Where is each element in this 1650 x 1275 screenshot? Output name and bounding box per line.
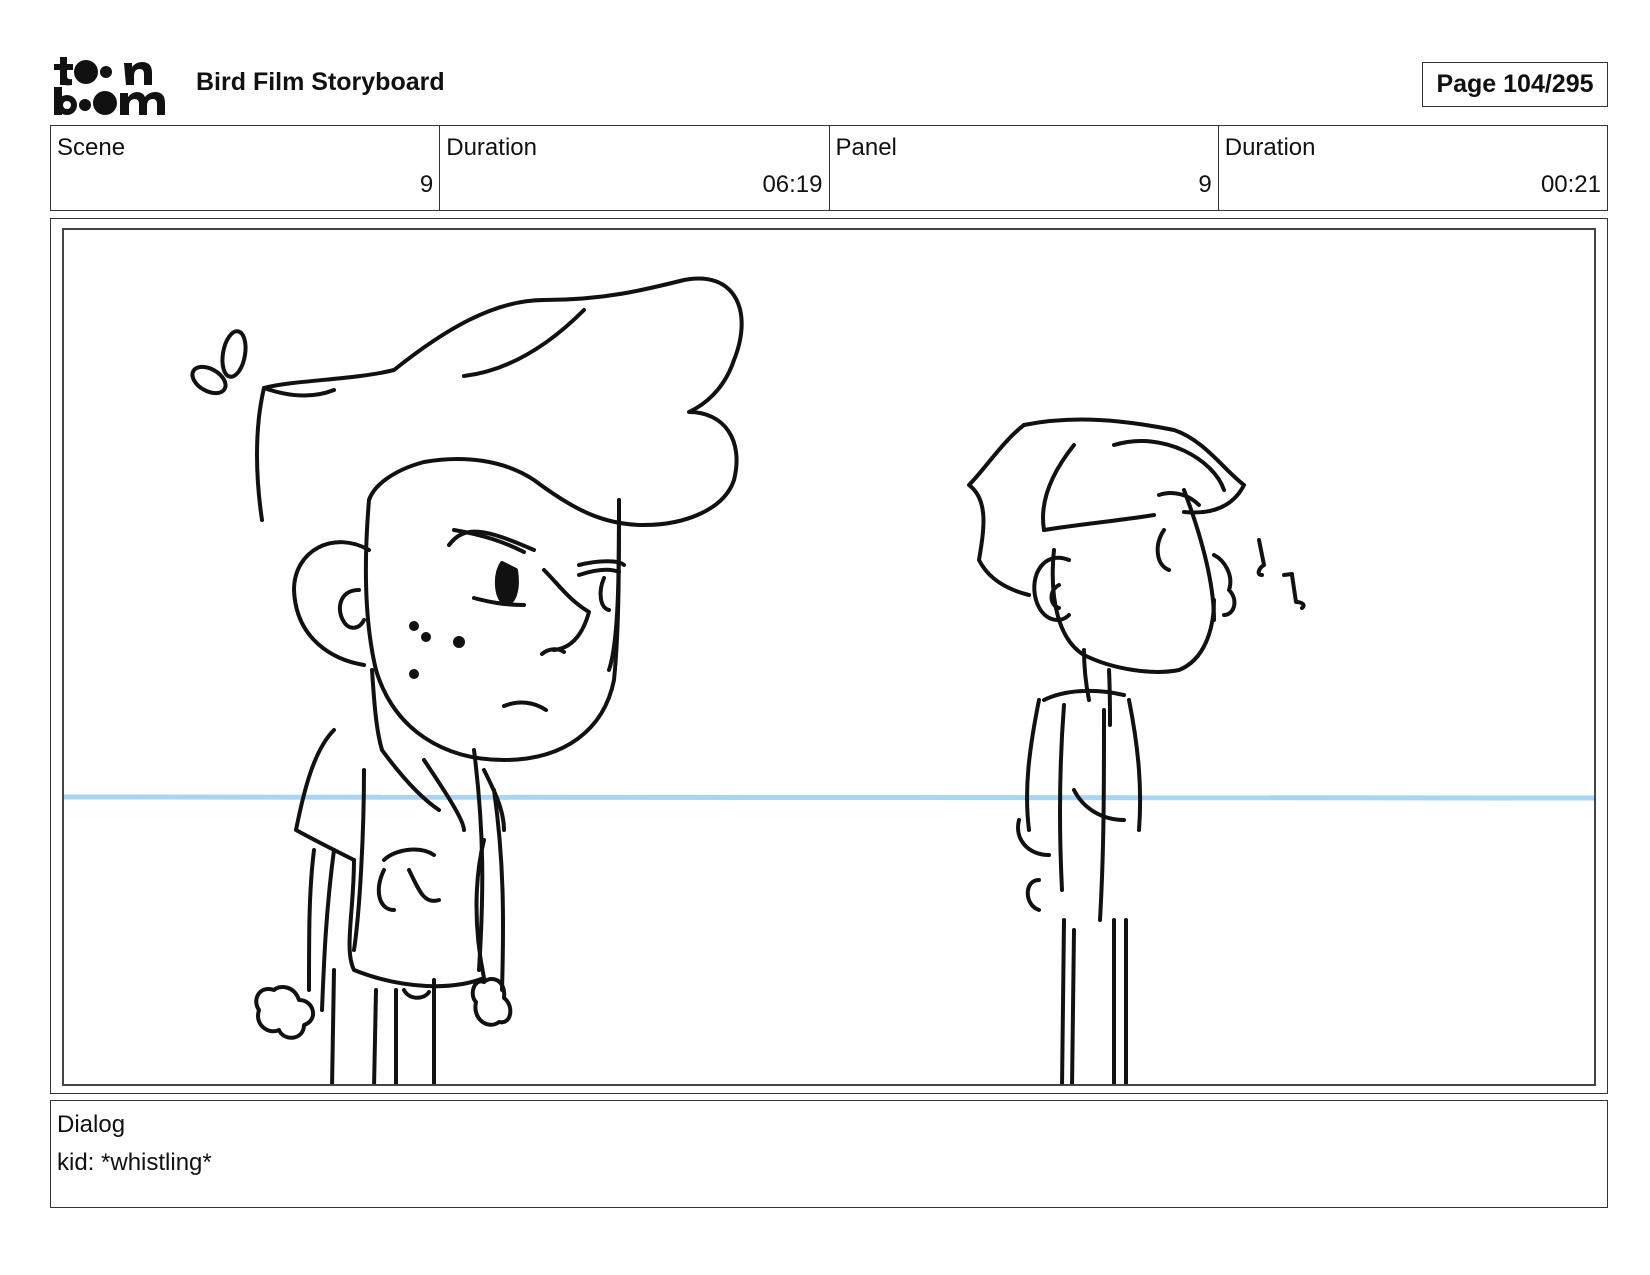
storyboard-panel-frame — [50, 218, 1608, 1094]
horizon-guide-line — [64, 794, 1594, 801]
dialog-text: kid: *whistling* — [57, 1149, 212, 1176]
metadata-table: Scene 9 Duration 06:19 Panel 9 Duration … — [50, 125, 1608, 211]
scene-duration-value: 06:19 — [762, 171, 823, 198]
panel-duration-cell: Duration 00:21 — [1219, 126, 1607, 210]
panel-value: 9 — [1198, 171, 1212, 198]
toon-boom-logo — [54, 55, 172, 117]
dialog-label: Dialog — [57, 1111, 126, 1138]
dialog-box: Dialog kid: *whistling* — [50, 1100, 1608, 1208]
scene-duration-label: Duration — [446, 134, 537, 161]
panel-duration-value: 00:21 — [1540, 171, 1601, 198]
storyboard-panel-image — [62, 228, 1596, 1086]
scene-duration-cell: Duration 06:19 — [440, 126, 830, 210]
panel-cell: Panel 9 — [830, 126, 1219, 210]
page-number: Page 104/295 — [1422, 62, 1608, 107]
grumpy-boy-sketch — [190, 276, 744, 1084]
scene-cell: Scene 9 — [51, 126, 441, 210]
whistling-kid-sketch — [967, 417, 1306, 1084]
scene-value: 9 — [419, 171, 434, 198]
panel-duration-label: Duration — [1224, 134, 1316, 161]
scene-label: Scene — [57, 134, 126, 161]
document-title: Bird Film Storyboard — [196, 68, 445, 96]
panel-label: Panel — [835, 134, 897, 161]
